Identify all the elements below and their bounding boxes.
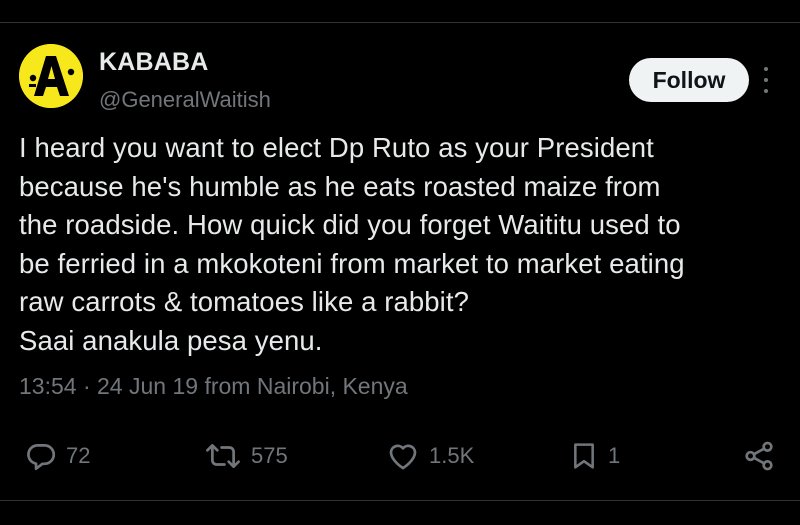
display-name[interactable]: KABABA	[99, 48, 209, 77]
reply-button[interactable]: 72	[24, 433, 90, 479]
tweet-text-line: be ferried in a mkokoteni from market to…	[19, 247, 685, 279]
more-dot	[764, 67, 768, 71]
more-options-icon[interactable]	[758, 67, 774, 93]
tweet-text-line: Saai anakula pesa yenu.	[19, 324, 323, 356]
reply-count: 72	[66, 443, 91, 468]
like-button[interactable]: 1.5K	[385, 433, 474, 479]
tweet-card: KABABA @GeneralWaitish Follow I heard yo…	[0, 23, 800, 500]
retweet-icon	[203, 439, 243, 473]
tweet-text-line: because he's humble as he eats roasted m…	[19, 170, 661, 202]
tweet-time[interactable]: 13:54	[19, 373, 77, 399]
tweet-date[interactable]: 24 Jun 19	[97, 373, 198, 399]
tweet-text-line: the roadside. How quick did you forget W…	[19, 209, 681, 240]
user-handle[interactable]: @GeneralWaitish	[99, 87, 271, 113]
tweet-metadata: 13:54 · 24 Jun 19 from Nairobi, Kenya	[19, 373, 408, 400]
logo-avatar-icon[interactable]	[19, 44, 83, 108]
tweet-text-line: raw carrots & tomatoes like a rabbit?	[19, 286, 469, 317]
tweet-location: from Nairobi, Kenya	[204, 373, 408, 399]
bottom-divider	[0, 500, 800, 501]
tweet-text: I heard you want to elect Dp Ruto as you…	[19, 129, 789, 360]
more-dot	[764, 78, 768, 82]
heart-icon	[385, 439, 421, 473]
top-strip	[0, 0, 800, 22]
bookmark-button[interactable]: 1	[568, 433, 620, 479]
like-count: 1.5K	[429, 443, 475, 468]
more-dot	[764, 89, 768, 93]
meta-separator: ·	[82, 373, 91, 399]
retweet-count: 575	[251, 443, 288, 468]
retweet-button[interactable]: 575	[203, 433, 288, 479]
bookmark-count: 1	[608, 443, 621, 468]
follow-button[interactable]: Follow	[629, 58, 749, 102]
bookmark-icon	[568, 439, 600, 473]
share-icon	[742, 439, 776, 473]
tweet-text-line: I heard you want to elect Dp Ruto as you…	[19, 132, 654, 163]
share-button[interactable]	[742, 433, 776, 479]
action-bar: 72 575 1.5K 1	[0, 433, 800, 479]
reply-icon	[24, 439, 58, 473]
